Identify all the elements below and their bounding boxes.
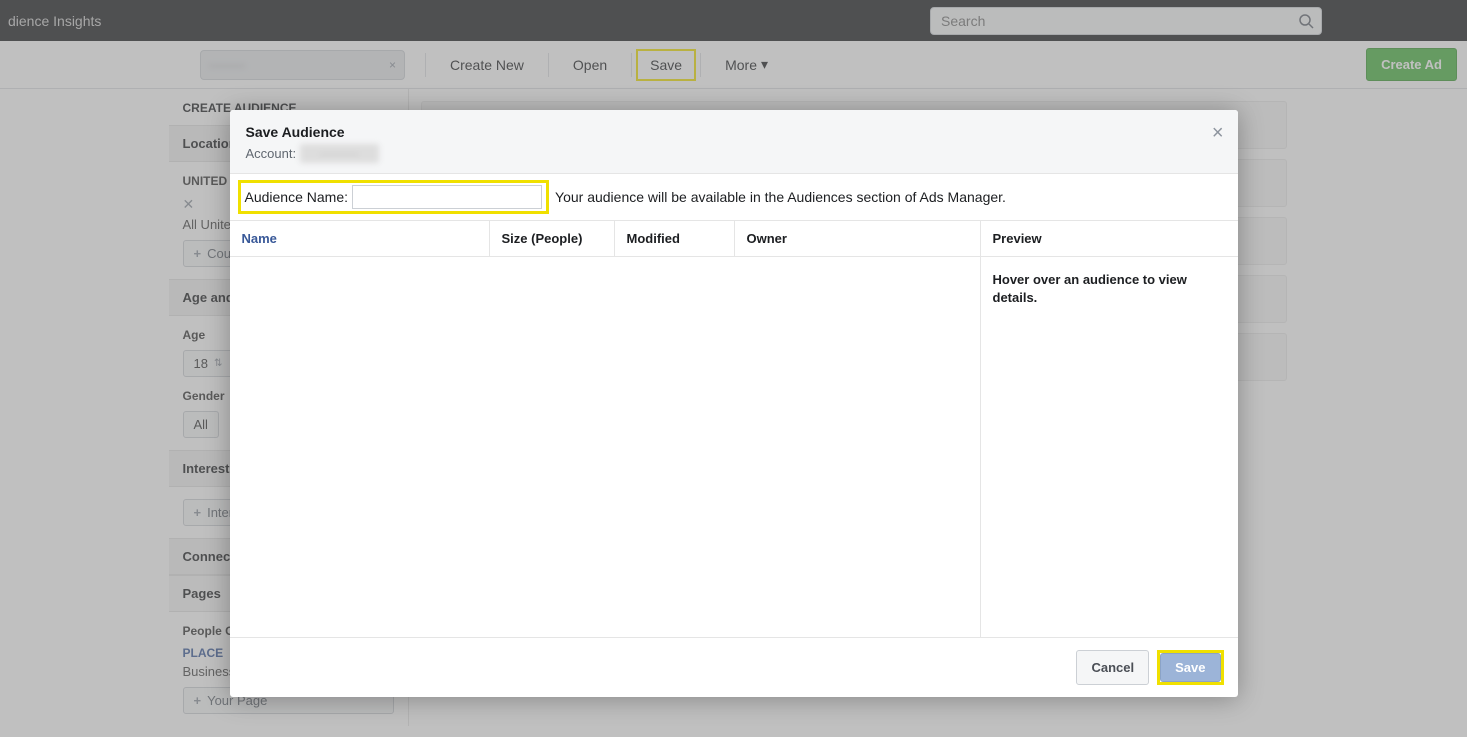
cancel-button[interactable]: Cancel <box>1076 650 1149 685</box>
column-size[interactable]: Size (People) <box>490 221 615 256</box>
modal-overlay: Save Audience Account: ——— × Audience Na… <box>0 0 1467 737</box>
table-header-row: Name Size (People) Modified Owner <box>230 221 980 257</box>
close-icon[interactable]: × <box>1212 122 1224 145</box>
column-preview: Preview <box>981 221 1238 257</box>
table-empty-body <box>230 257 980 637</box>
column-owner[interactable]: Owner <box>735 221 979 256</box>
modal-account: Account: ——— <box>246 146 1222 161</box>
column-modified[interactable]: Modified <box>615 221 735 256</box>
table-main: Name Size (People) Modified Owner <box>230 221 980 637</box>
audience-name-input[interactable] <box>352 185 542 209</box>
modal-footer: Cancel Save <box>230 637 1238 697</box>
audience-table: Name Size (People) Modified Owner Previe… <box>230 221 1238 637</box>
save-audience-modal: Save Audience Account: ——— × Audience Na… <box>230 110 1238 697</box>
preview-hint: Hover over an audience to view details. <box>981 257 1238 321</box>
save-highlight: Save <box>1157 650 1223 685</box>
column-name[interactable]: Name <box>230 221 490 256</box>
audience-name-hint: Your audience will be available in the A… <box>555 189 1006 205</box>
preview-column: Preview Hover over an audience to view d… <box>980 221 1238 637</box>
modal-save-button[interactable]: Save <box>1160 653 1220 682</box>
audience-name-label: Audience Name: <box>245 185 353 209</box>
modal-title: Save Audience <box>246 124 1222 140</box>
modal-header: Save Audience Account: ——— × <box>230 110 1238 174</box>
name-field-highlight: Audience Name: <box>238 180 550 214</box>
audience-name-row: Audience Name: Your audience will be ava… <box>230 174 1238 221</box>
